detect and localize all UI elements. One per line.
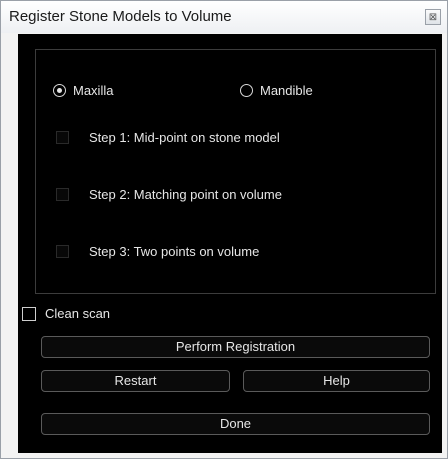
step-1-checkbox [56, 131, 69, 144]
step-3-label: Step 3: Two points on volume [89, 244, 260, 259]
radio-maxilla[interactable]: Maxilla [53, 83, 113, 98]
step-1-label: Step 1: Mid-point on stone model [89, 130, 280, 145]
radio-mandible[interactable]: Mandible [240, 83, 313, 98]
radio-button-icon[interactable] [240, 84, 253, 97]
perform-registration-button[interactable]: Perform Registration [41, 336, 430, 358]
title-bar[interactable]: Register Stone Models to Volume ⊠ [1, 1, 447, 33]
window-title: Register Stone Models to Volume [9, 8, 232, 25]
close-icon[interactable]: ⊠ [425, 9, 441, 25]
help-button[interactable]: Help [243, 370, 430, 392]
step-3: Step 3: Two points on volume [56, 244, 259, 259]
dialog-content: Maxilla Mandible Step 1: Mid-point on st… [18, 34, 442, 453]
clean-scan-checkbox[interactable] [22, 306, 36, 321]
step-1: Step 1: Mid-point on stone model [56, 130, 280, 145]
restart-button[interactable]: Restart [41, 370, 230, 392]
registration-steps-group: Maxilla Mandible Step 1: Mid-point on st… [35, 49, 436, 294]
radio-maxilla-label: Maxilla [73, 83, 114, 98]
register-stone-models-dialog: Register Stone Models to Volume ⊠ Maxill… [0, 0, 448, 459]
done-button[interactable]: Done [41, 413, 430, 435]
step-2-checkbox [56, 188, 69, 201]
clean-scan-option[interactable]: Clean scan [22, 306, 110, 321]
step-2: Step 2: Matching point on volume [56, 187, 282, 202]
step-2-label: Step 2: Matching point on volume [89, 187, 282, 202]
clean-scan-label: Clean scan [45, 306, 111, 321]
radio-button-icon[interactable] [53, 84, 66, 97]
step-3-checkbox [56, 245, 69, 258]
radio-mandible-label: Mandible [260, 83, 313, 98]
